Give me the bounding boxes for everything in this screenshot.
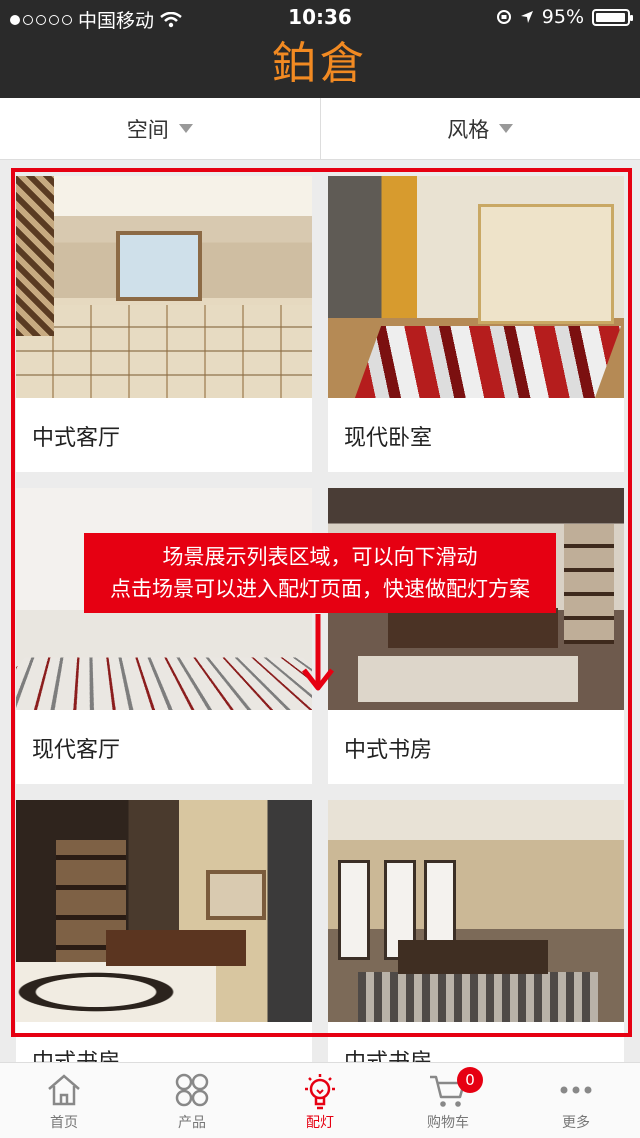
tab-cart[interactable]: 0 购物车 xyxy=(384,1063,512,1138)
scene-card[interactable]: 现代卧室 xyxy=(328,176,624,472)
scene-name: 现代客厅 xyxy=(32,738,121,763)
tab-more[interactable]: 更多 xyxy=(512,1063,640,1138)
tab-label: 产品 xyxy=(178,1115,206,1131)
tab-label: 购物车 xyxy=(427,1115,469,1131)
filter-bar: 空间 风格 xyxy=(0,98,640,160)
top-bar: 中国移动 10:36 95% 鉑倉 xyxy=(0,0,640,98)
tab-products[interactable]: 产品 xyxy=(128,1063,256,1138)
annotation-line: 场景展示列表区域，可以向下滑动 xyxy=(162,545,478,569)
scene-card[interactable]: 中式书房 xyxy=(328,800,624,1076)
tab-label: 更多 xyxy=(562,1115,590,1131)
cart-badge: 0 xyxy=(457,1067,483,1093)
bulb-icon xyxy=(305,1074,335,1110)
scene-name: 中式书房 xyxy=(344,738,433,763)
scene-name: 中式客厅 xyxy=(32,426,121,451)
filter-space-dropdown[interactable]: 空间 xyxy=(0,98,320,159)
filter-label: 空间 xyxy=(126,117,169,142)
dropdown-arrow-icon xyxy=(499,124,514,133)
location-icon xyxy=(520,11,533,23)
home-icon xyxy=(48,1074,80,1106)
grid-icon xyxy=(175,1073,209,1107)
tab-label: 首页 xyxy=(50,1115,78,1131)
scene-image xyxy=(328,176,624,398)
tab-bar: 首页 产品 配灯 0 购物车 更多 xyxy=(0,1062,640,1138)
tab-home[interactable]: 首页 xyxy=(0,1063,128,1138)
scene-name: 现代卧室 xyxy=(344,426,433,451)
annotation-line: 点击场景可以进入配灯页面，快速做配灯方案 xyxy=(110,577,530,601)
annotation-callout: 场景展示列表区域，可以向下滑动 点击场景可以进入配灯页面，快速做配灯方案 xyxy=(84,533,556,613)
filter-style-dropdown[interactable]: 风格 xyxy=(319,98,640,159)
dropdown-arrow-icon xyxy=(178,124,193,133)
scene-image xyxy=(16,176,312,398)
rotation-lock-icon xyxy=(496,10,511,24)
arrow-down-icon xyxy=(302,614,334,691)
scene-image xyxy=(16,800,312,1022)
scene-card[interactable]: 中式客厅 xyxy=(16,176,312,472)
status-bar: 中国移动 10:36 95% xyxy=(0,0,640,34)
brand-logo: 鉑倉 xyxy=(272,38,368,89)
tab-lighting[interactable]: 配灯 xyxy=(256,1063,384,1138)
scene-image xyxy=(328,800,624,1022)
scene-card[interactable]: 中式书房 xyxy=(16,800,312,1076)
battery-percent: 95% xyxy=(541,6,584,28)
filter-label: 风格 xyxy=(447,117,490,142)
tab-label: 配灯 xyxy=(306,1115,334,1131)
more-icon xyxy=(560,1086,592,1094)
battery-icon xyxy=(592,8,633,26)
